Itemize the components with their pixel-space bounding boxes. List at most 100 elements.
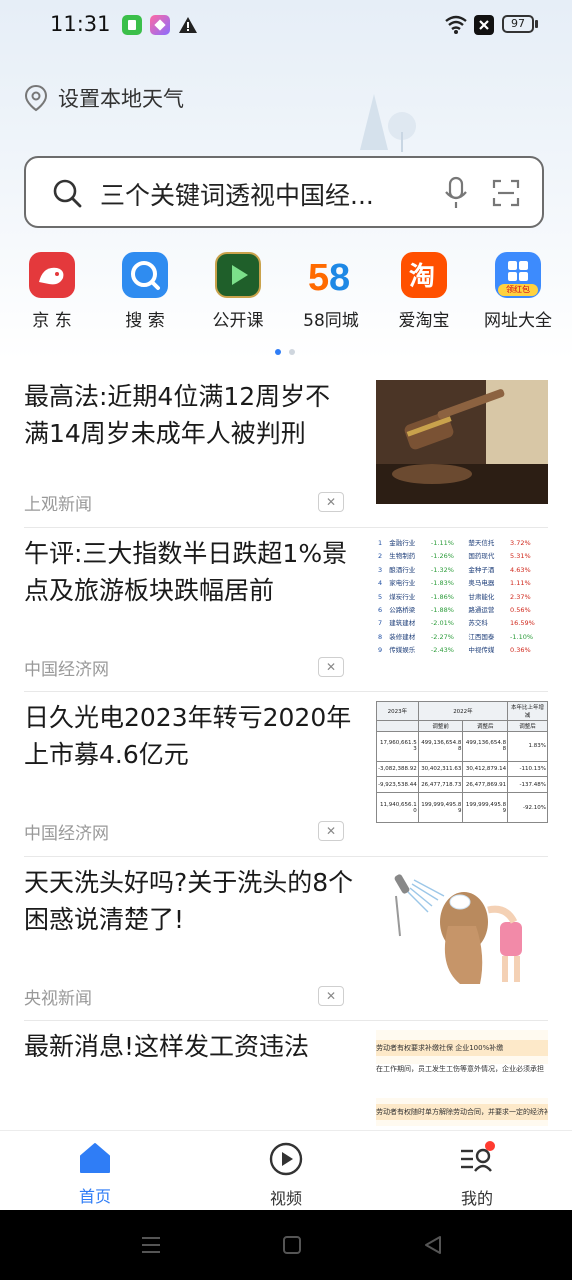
news-item[interactable]: 午评:三大指数半日跌超1%景点及旅游板块跌幅居前 中国经济网 ✕ 1 金融行业 -1… (24, 527, 548, 692)
table-cell: 金种子酒 (468, 565, 495, 574)
shortcut-taobao[interactable]: 淘 爱淘宝 (379, 252, 469, 331)
table-cell: 金融行业 (389, 539, 416, 547)
tab-video[interactable]: 视频 (246, 1141, 326, 1209)
wage-text-line: 劳动者有权随时单方解除劳动合同，并要求一定的经济补偿 (376, 1104, 548, 1120)
news-source: 中国经济网 (24, 660, 109, 680)
app-notification-icon (122, 15, 142, 35)
svg-text:淘: 淘 (409, 262, 435, 292)
table-cell: -1.83% (430, 579, 454, 588)
video-icon (269, 1142, 303, 1176)
status-time: 11:31 (50, 12, 111, 36)
microphone-icon[interactable] (444, 176, 468, 210)
shortcut-jd[interactable]: 京 东 (7, 252, 97, 331)
news-title[interactable]: 最高法:近期4位满12周岁不满14周岁未成年人被判刑 (24, 378, 354, 452)
table-row: 2 生物制药 -1.26% 国药现代 5.31% (376, 550, 548, 563)
table-cell: 499,136,654.88 (417, 731, 464, 762)
fin-subheader: 调整后 (507, 720, 548, 732)
warning-icon (178, 15, 198, 39)
table-cell: -110.13% (507, 760, 548, 778)
table-cell: 4.63% (510, 565, 531, 574)
dismiss-button[interactable]: ✕ (318, 821, 344, 841)
table-cell: 26,477,869.91 (462, 776, 509, 794)
table-row: 5 煤炭行业 -1.86% 甘肃能化 2.37% (376, 591, 548, 604)
location-pin-icon (24, 84, 48, 112)
shortcut-url-directory[interactable]: 领红包 网址大全 (473, 252, 563, 331)
red-packet-badge: 领红包 (506, 285, 530, 294)
news-thumbnail[interactable] (376, 866, 548, 990)
table-cell: 5 (378, 592, 383, 601)
news-title[interactable]: 午评:三大指数半日跌超1%景点及旅游板块跌幅居前 (24, 535, 354, 609)
table-cell: 煤炭行业 (389, 592, 416, 601)
table-cell: 8 (378, 632, 383, 641)
table-cell: 1 (378, 539, 383, 547)
table-row: 11,940,656.10 199,999,495.89 199,999,495.8… (376, 792, 548, 823)
table-row: 3 酿酒行业 -1.32% 金种子酒 4.63% (376, 564, 548, 577)
table-cell: 6 (378, 606, 383, 615)
fin-subheader: 调整后 (462, 720, 509, 732)
table-cell: -1.86% (430, 592, 454, 601)
table-cell: 1.11% (510, 579, 531, 588)
table-cell: 199,999,495.89 (417, 792, 464, 823)
battery-icon: 97 (502, 15, 534, 33)
table-cell: 建筑建材 (389, 619, 416, 628)
fin-header: 本年比上年增减 (507, 701, 548, 721)
shortcut-58[interactable]: 5 8 58同城 (286, 252, 376, 331)
table-row: 17,960,661.53 499,136,654.88 499,136,654.8… (376, 731, 548, 762)
news-item[interactable]: 日久光电2023年转亏2020年上市募4.6亿元 中国经济网 ✕ 2023年 2… (24, 691, 548, 857)
news-thumbnail[interactable]: 2023年 2022年 本年比上年增减 调整前 调整后 调整后 17,960,6… (376, 701, 548, 825)
table-cell: -2.27% (430, 632, 454, 641)
back-icon[interactable] (422, 1234, 444, 1256)
tab-home[interactable]: 首页 (55, 1141, 135, 1207)
open-class-icon (215, 252, 261, 298)
table-cell: -9,923,538.44 (376, 776, 419, 794)
table-row: 4 家电行业 -1.83% 奥马电器 1.11% (376, 577, 548, 590)
weather-setting[interactable]: 设置本地天气 (24, 82, 184, 114)
menu-icon[interactable] (140, 1234, 162, 1256)
news-item[interactable]: 天天洗头好吗?关于洗头的8个困惑说清楚了! 央视新闻 ✕ (24, 856, 548, 1021)
no-sim-icon (474, 15, 494, 35)
shortcut-open-class[interactable]: 公开课 (193, 252, 283, 331)
news-source: 中国经济网 (24, 824, 109, 844)
table-cell: 3 (378, 565, 383, 574)
table-cell: -92.10% (507, 792, 548, 823)
shortcut-search[interactable]: 搜 索 (100, 252, 190, 331)
dismiss-button[interactable]: ✕ (318, 492, 344, 512)
table-cell: 199,999,495.89 (462, 792, 509, 823)
scan-icon[interactable] (492, 179, 520, 207)
table-row: 7 建筑建材 -2.01% 苏交科 16.59% (376, 617, 548, 630)
search-app-icon (122, 252, 168, 298)
table-row: -3,082,388.92 30,402,311.63 30,412,879.14-… (376, 760, 548, 778)
profile-icon (461, 1141, 495, 1172)
table-cell: 2 (378, 552, 383, 561)
wage-text-line: 在工作期间，员工发生工伤等意外情况，企业必须承担 (376, 1064, 548, 1098)
shortcut-label: 京 东 (32, 311, 72, 331)
table-cell: 0.36% (510, 646, 531, 655)
news-item[interactable]: 最新消息!这样发工资违法 劳动者有权要求补缴社保 企业100%补缴 在工作期间，… (24, 1020, 548, 1130)
news-item[interactable]: 最高法:近期4位满12周岁不满14周岁未成年人被判刑 上观新闻 ✕ (24, 370, 548, 528)
news-thumbnail[interactable]: 1 金融行业 -1.11% 楚天信托 3.72% 2 生物制药 -1.26% 国药现代 5.31%… (376, 537, 548, 661)
table-cell: 公路桥梁 (389, 606, 416, 615)
fin-subheader: 调整前 (417, 720, 464, 732)
dismiss-button[interactable]: ✕ (318, 657, 344, 677)
system-navigation-bar (0, 1210, 572, 1280)
shortcut-label: 搜 索 (125, 311, 165, 331)
tab-profile[interactable]: 我的 (437, 1141, 517, 1209)
news-title[interactable]: 最新消息!这样发工资违法 (24, 1028, 354, 1065)
hair-washing-illustration (394, 874, 522, 984)
news-thumbnail[interactable]: 劳动者有权要求补缴社保 企业100%补缴 在工作期间，员工发生工伤等意外情况，企… (376, 1030, 548, 1126)
news-title[interactable]: 天天洗头好吗?关于洗头的8个困惑说清楚了! (24, 864, 354, 938)
news-title[interactable]: 日久光电2023年转亏2020年上市募4.6亿元 (24, 699, 354, 773)
battery-level: 97 (511, 17, 525, 30)
news-thumbnail[interactable] (376, 380, 548, 504)
table-cell: 甘肃能化 (468, 592, 495, 601)
search-bar[interactable]: 三个关键词透视中国经... (24, 156, 544, 228)
search-query-text[interactable]: 三个关键词透视中国经... (100, 176, 374, 212)
tab-label: 首页 (78, 1187, 111, 1206)
table-cell: 499,136,654.88 (462, 731, 509, 762)
dismiss-button[interactable]: ✕ (318, 986, 344, 1006)
table-cell: 传媒娱乐 (389, 646, 416, 655)
shortcut-label: 爱淘宝 (398, 311, 450, 331)
table-cell: 5.31% (510, 552, 531, 561)
home-button-icon[interactable] (282, 1235, 302, 1255)
table-cell: 楚天信托 (468, 539, 495, 547)
